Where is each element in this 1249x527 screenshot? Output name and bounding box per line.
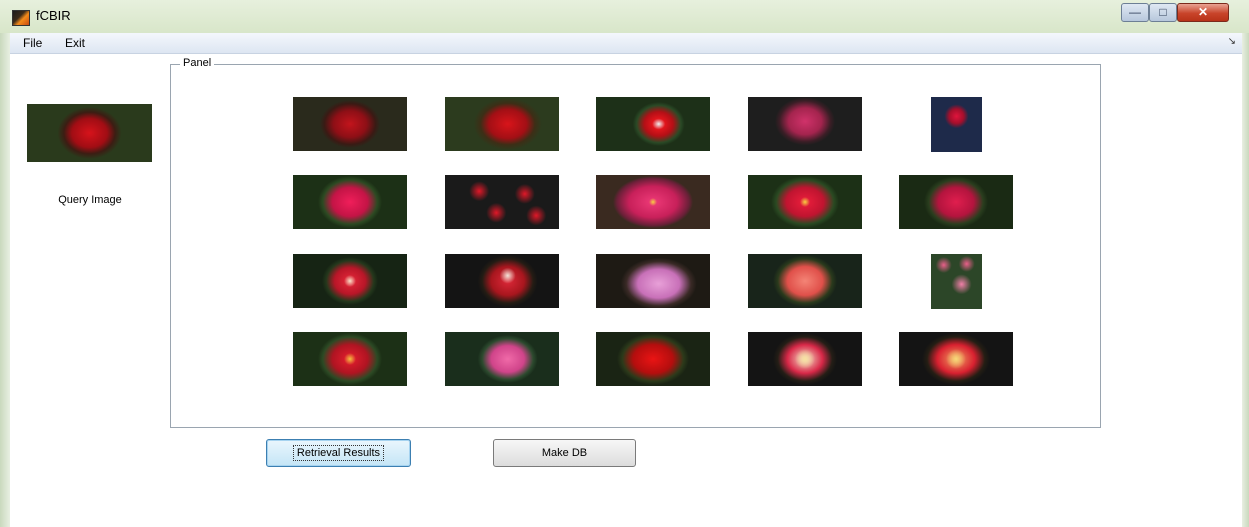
result-image <box>931 254 982 309</box>
toolbar-toggle-icon[interactable]: ↘ <box>1228 36 1236 47</box>
result-image <box>445 332 559 386</box>
result-image <box>293 254 407 308</box>
close-button[interactable]: ✕ <box>1177 3 1229 22</box>
result-image <box>445 97 559 151</box>
title-bar <box>0 0 1249 33</box>
result-image <box>596 332 710 386</box>
result-image <box>899 332 1013 386</box>
minimize-icon: — <box>1129 5 1141 19</box>
maximize-icon: □ <box>1159 5 1167 19</box>
window-title: fCBIR <box>36 8 71 23</box>
result-image <box>596 97 710 151</box>
window-border-right <box>1242 33 1249 527</box>
query-image <box>27 104 152 162</box>
menu-bar: File Exit ↘ <box>10 33 1242 54</box>
result-image <box>445 175 559 229</box>
make-db-button[interactable]: Make DB <box>493 439 636 467</box>
matlab-icon <box>12 10 30 26</box>
menu-exit[interactable]: Exit <box>65 36 85 50</box>
window-border-left <box>0 33 10 527</box>
retrieval-results-button[interactable]: Retrieval Results <box>266 439 411 467</box>
maximize-button[interactable]: □ <box>1149 3 1177 22</box>
result-image <box>445 254 559 308</box>
minimize-button[interactable]: — <box>1121 3 1149 22</box>
result-image <box>293 175 407 229</box>
result-image <box>748 97 862 151</box>
result-image <box>899 175 1013 229</box>
result-image <box>748 175 862 229</box>
result-image <box>596 175 710 229</box>
result-image <box>931 97 982 152</box>
result-image <box>596 254 710 308</box>
result-image <box>293 97 407 151</box>
result-image <box>748 254 862 308</box>
menu-file[interactable]: File <box>23 36 42 50</box>
panel-title: Panel <box>180 57 215 69</box>
query-image-label: Query Image <box>58 194 122 206</box>
close-icon: ✕ <box>1197 5 1209 19</box>
retrieval-results-label: Retrieval Results <box>292 445 385 461</box>
result-image <box>293 332 407 386</box>
result-image <box>748 332 862 386</box>
